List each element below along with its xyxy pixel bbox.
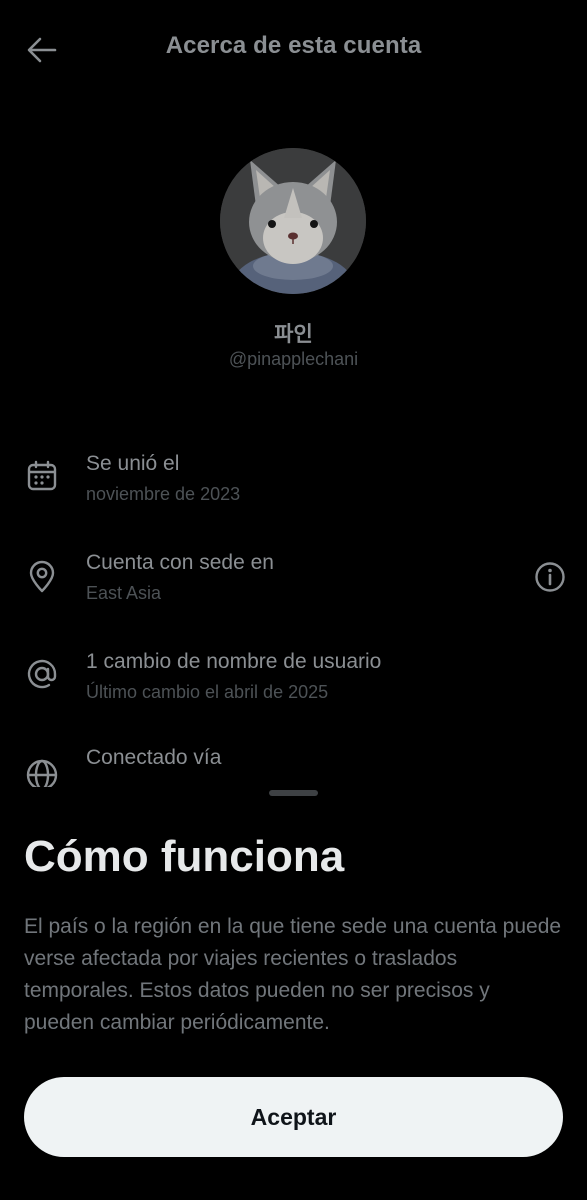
sheet-drag-handle[interactable] [269,790,318,796]
location-label: Cuenta con sede en [86,551,274,574]
info-row-username-changes: 1 cambio de nombre de usuario Último cam… [0,644,587,724]
info-row-location: Cuenta con sede en East Asia [0,545,587,625]
info-icon [535,562,565,592]
top-bar: Acerca de esta cuenta [0,0,587,96]
joined-date: noviembre de 2023 [86,484,241,504]
info-row-connected: Conectado vía [0,743,587,787]
page-title: Acerca de esta cuenta [165,32,422,59]
screen: Acerca de esta cuenta 파인 @pinapplechani [0,0,587,1200]
joined-label: Se unió el [86,452,180,475]
avatar [220,148,366,294]
username-changes-label: 1 cambio de nombre de usuario [86,650,382,673]
accept-button[interactable]: Aceptar [24,1077,563,1157]
at-sign-icon [22,654,62,694]
sheet-title: Cómo funciona [24,832,345,881]
connected-via-label: Conectado vía [86,746,222,769]
display-name: 파인 [274,323,313,346]
calendar-icon [22,456,62,496]
username-handle: @pinapplechani [228,349,359,369]
location-pin-icon [22,557,62,597]
info-row-joined: Se unió el noviembre de 2023 [0,446,587,526]
location-info-button[interactable] [530,557,570,597]
sheet-description: El país o la región en la que tiene sede… [24,915,562,1034]
location-value: East Asia [86,583,162,603]
username-last-change: Último cambio el abril de 2025 [86,682,329,702]
globe-icon [22,755,62,787]
